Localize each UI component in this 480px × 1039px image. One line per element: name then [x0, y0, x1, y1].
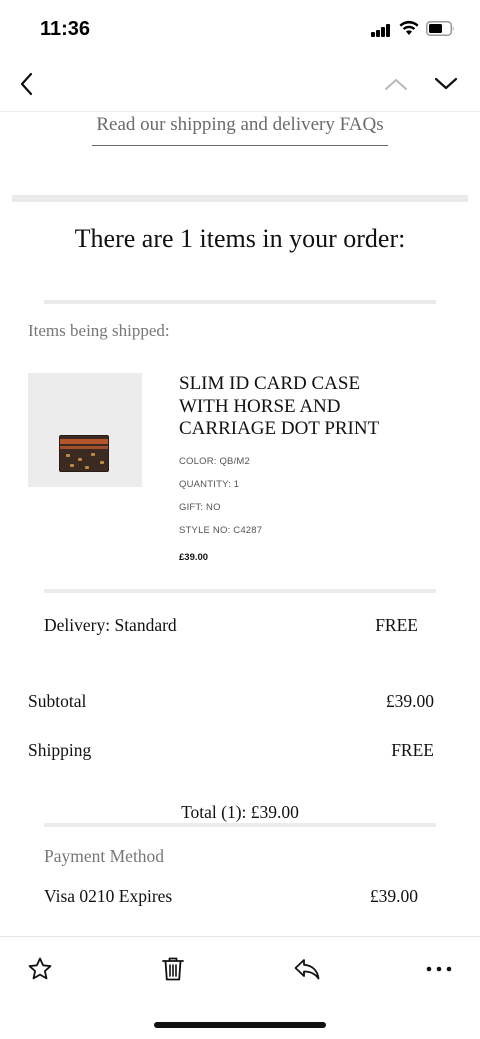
payment-amount: £39.00 — [369, 886, 418, 906]
wifi-icon — [399, 20, 419, 35]
product-name-line: WITH HORSE AND — [179, 395, 341, 417]
trash-icon — [162, 957, 184, 981]
delete-button[interactable] — [155, 951, 191, 987]
payment-method-label: Payment Method — [44, 846, 165, 866]
home-indicator[interactable] — [154, 1022, 326, 1028]
section-divider — [12, 195, 468, 202]
status-time: 11:36 — [40, 18, 91, 40]
shipping-faq-link[interactable]: Read our shipping and delivery FAQs — [92, 113, 388, 146]
delivery-label: Delivery: Standard — [44, 615, 177, 635]
product-quantity: QUANTITY: 1 — [179, 479, 240, 490]
shipping-label: Shipping — [28, 740, 92, 760]
divider — [44, 300, 436, 304]
previous-message-button[interactable] — [376, 64, 416, 104]
shipping-value: FREE — [391, 740, 434, 760]
product-name-line: SLIM ID CARD CASE — [179, 373, 361, 394]
more-icon — [426, 966, 452, 972]
delivery-value: FREE — [375, 615, 418, 635]
nav-divider — [0, 111, 480, 112]
subtotal-label: Subtotal — [28, 691, 87, 711]
product-name-line: CARRIAGE DOT PRINT — [179, 418, 380, 439]
back-button[interactable] — [6, 64, 46, 104]
subtotal-value: £39.00 — [385, 691, 434, 711]
cellular-signal-icon — [371, 24, 391, 37]
chevron-down-icon — [434, 77, 458, 90]
reply-icon — [294, 959, 320, 980]
product-color: COLOR: QB/M2 — [179, 456, 251, 467]
divider — [44, 823, 436, 827]
chevron-up-icon — [385, 79, 407, 90]
chevron-left-icon — [20, 72, 33, 96]
next-message-button[interactable] — [426, 64, 466, 104]
order-heading: There are 1 items in your order: — [74, 224, 406, 253]
toolbar-divider — [0, 936, 480, 937]
product-gift: GIFT: NO — [179, 502, 221, 513]
flag-button[interactable] — [22, 951, 58, 987]
order-total: Total (1): £39.00 — [181, 802, 299, 822]
card-case-image — [59, 435, 109, 472]
product-price: £39.00 — [179, 552, 209, 563]
payment-method-value: Visa 0210 Expires — [44, 886, 173, 906]
reply-button[interactable] — [289, 951, 325, 987]
product-name[interactable]: SLIM ID CARD CASE WITH HORSE AND CARRIAG… — [179, 373, 439, 441]
star-icon — [28, 957, 52, 980]
product-style-no: STYLE NO: C4287 — [179, 525, 263, 536]
battery-icon — [426, 21, 454, 36]
items-shipped-label: Items being shipped: — [28, 321, 170, 340]
divider — [44, 589, 436, 593]
more-button[interactable] — [421, 951, 457, 987]
